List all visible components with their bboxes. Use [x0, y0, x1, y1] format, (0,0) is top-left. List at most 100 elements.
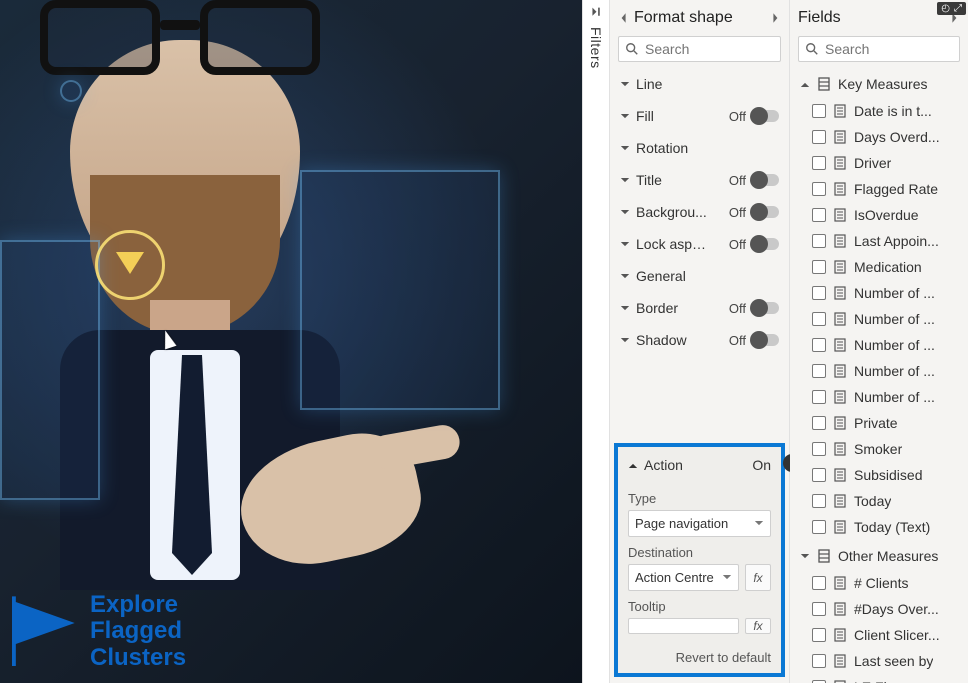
- field-checkbox[interactable]: [812, 260, 826, 274]
- fields-table-other-measures[interactable]: Other Measures: [790, 540, 968, 570]
- field-checkbox[interactable]: [812, 312, 826, 326]
- toggle-state: Off: [729, 333, 746, 348]
- tooltip-input[interactable]: [628, 618, 739, 634]
- action-group-label[interactable]: Action: [644, 457, 683, 473]
- field-name: Number of ...: [854, 389, 935, 405]
- measure-icon: [834, 654, 846, 668]
- field-checkbox[interactable]: [812, 156, 826, 170]
- field-row[interactable]: Date is in t...: [790, 98, 968, 124]
- field-row[interactable]: Days Overd...: [790, 124, 968, 150]
- format-group-line[interactable]: Line: [610, 68, 789, 100]
- expand-icon: ⤢: [954, 3, 962, 14]
- group-toggle[interactable]: Off: [729, 173, 779, 188]
- format-search-input[interactable]: [645, 41, 774, 57]
- field-row[interactable]: Number of ...: [790, 384, 968, 410]
- field-checkbox[interactable]: [812, 602, 826, 616]
- format-group-title[interactable]: TitleOff: [610, 164, 789, 196]
- format-group-backgrou-[interactable]: Backgrou... Off: [610, 196, 789, 228]
- field-row[interactable]: Number of ...: [790, 358, 968, 384]
- format-nav-right-icon[interactable]: [769, 12, 781, 24]
- filters-pane-collapsed[interactable]: Filters: [582, 0, 610, 683]
- field-row[interactable]: IsOverdue: [790, 202, 968, 228]
- report-canvas[interactable]: Explore Flagged Clusters: [0, 0, 582, 683]
- chevron-up-icon[interactable]: [628, 462, 638, 469]
- toggle-state: Off: [729, 109, 746, 124]
- chevron-down-icon: [620, 145, 630, 152]
- group-label: Fill: [636, 108, 654, 124]
- field-row[interactable]: Number of ...: [790, 332, 968, 358]
- field-row[interactable]: Today: [790, 488, 968, 514]
- field-checkbox[interactable]: [812, 130, 826, 144]
- field-checkbox[interactable]: [812, 182, 826, 196]
- destination-select[interactable]: Action Centre: [628, 564, 739, 591]
- fields-table-key-measures[interactable]: Key Measures: [790, 68, 968, 98]
- field-row[interactable]: Private: [790, 410, 968, 436]
- field-row[interactable]: LE Flag: [790, 674, 968, 683]
- format-group-lock-aspe-[interactable]: Lock aspe...Off: [610, 228, 789, 260]
- group-label: Backgrou...: [636, 204, 707, 220]
- format-group-rotation[interactable]: Rotation: [610, 132, 789, 164]
- field-row[interactable]: Client Slicer...: [790, 622, 968, 648]
- expand-filters-icon[interactable]: [590, 6, 603, 19]
- field-checkbox[interactable]: [812, 364, 826, 378]
- decorative-holopanel: [60, 80, 82, 102]
- field-checkbox[interactable]: [812, 390, 826, 404]
- field-checkbox[interactable]: [812, 494, 826, 508]
- field-checkbox[interactable]: [812, 208, 826, 222]
- field-row[interactable]: Number of ...: [790, 306, 968, 332]
- field-row[interactable]: Last Appoin...: [790, 228, 968, 254]
- type-select-value: Page navigation: [635, 516, 728, 531]
- field-row[interactable]: # Clients: [790, 570, 968, 596]
- field-checkbox[interactable]: [812, 576, 826, 590]
- fields-search-input[interactable]: [825, 41, 953, 57]
- group-toggle[interactable]: Off: [729, 301, 779, 316]
- field-checkbox[interactable]: [812, 416, 826, 430]
- field-row[interactable]: #Days Over...: [790, 596, 968, 622]
- field-name: Number of ...: [854, 337, 935, 353]
- action-toggle[interactable]: On: [752, 457, 771, 473]
- collapse-format-icon[interactable]: [618, 12, 630, 24]
- flag-icon: [12, 596, 76, 666]
- field-row[interactable]: Smoker: [790, 436, 968, 462]
- field-checkbox[interactable]: [812, 104, 826, 118]
- format-search[interactable]: [618, 36, 781, 62]
- group-toggle[interactable]: Off: [729, 237, 779, 252]
- field-row[interactable]: Last seen by: [790, 648, 968, 674]
- format-group-fill[interactable]: Fill Off: [610, 100, 789, 132]
- field-checkbox[interactable]: [812, 286, 826, 300]
- field-name: # Clients: [854, 575, 908, 591]
- measure-icon: [834, 260, 846, 274]
- chevron-down-icon: [620, 81, 630, 88]
- field-checkbox[interactable]: [812, 442, 826, 456]
- field-row[interactable]: Driver: [790, 150, 968, 176]
- field-checkbox[interactable]: [812, 468, 826, 482]
- field-row[interactable]: Flagged Rate: [790, 176, 968, 202]
- group-toggle[interactable]: Off: [729, 205, 779, 220]
- group-label: Line: [636, 76, 662, 92]
- search-icon: [805, 42, 819, 56]
- group-toggle[interactable]: Off: [729, 109, 779, 124]
- search-icon: [625, 42, 639, 56]
- field-checkbox[interactable]: [812, 520, 826, 534]
- type-select[interactable]: Page navigation: [628, 510, 771, 537]
- destination-fx-button[interactable]: fx: [745, 564, 771, 591]
- format-group-general[interactable]: General: [610, 260, 789, 292]
- group-toggle[interactable]: Off: [729, 333, 779, 348]
- tooltip-fx-button[interactable]: fx: [745, 618, 771, 634]
- field-row[interactable]: Subsidised: [790, 462, 968, 488]
- field-checkbox[interactable]: [812, 654, 826, 668]
- field-row[interactable]: Number of ...: [790, 280, 968, 306]
- field-name: Smoker: [854, 441, 902, 457]
- field-checkbox[interactable]: [812, 234, 826, 248]
- revert-to-default-link[interactable]: Revert to default: [628, 650, 771, 665]
- format-shape-panel: Format shape LineFillOffRotationTitleOff…: [610, 0, 790, 683]
- field-row[interactable]: Medication: [790, 254, 968, 280]
- format-group-border[interactable]: BorderOff: [610, 292, 789, 324]
- field-checkbox[interactable]: [812, 338, 826, 352]
- bookmark-button[interactable]: Explore Flagged Clusters: [12, 592, 186, 671]
- field-row[interactable]: Today (Text): [790, 514, 968, 540]
- field-checkbox[interactable]: [812, 628, 826, 642]
- fields-search[interactable]: [798, 36, 960, 62]
- field-name: Today: [854, 493, 891, 509]
- format-group-shadow[interactable]: ShadowOff: [610, 324, 789, 356]
